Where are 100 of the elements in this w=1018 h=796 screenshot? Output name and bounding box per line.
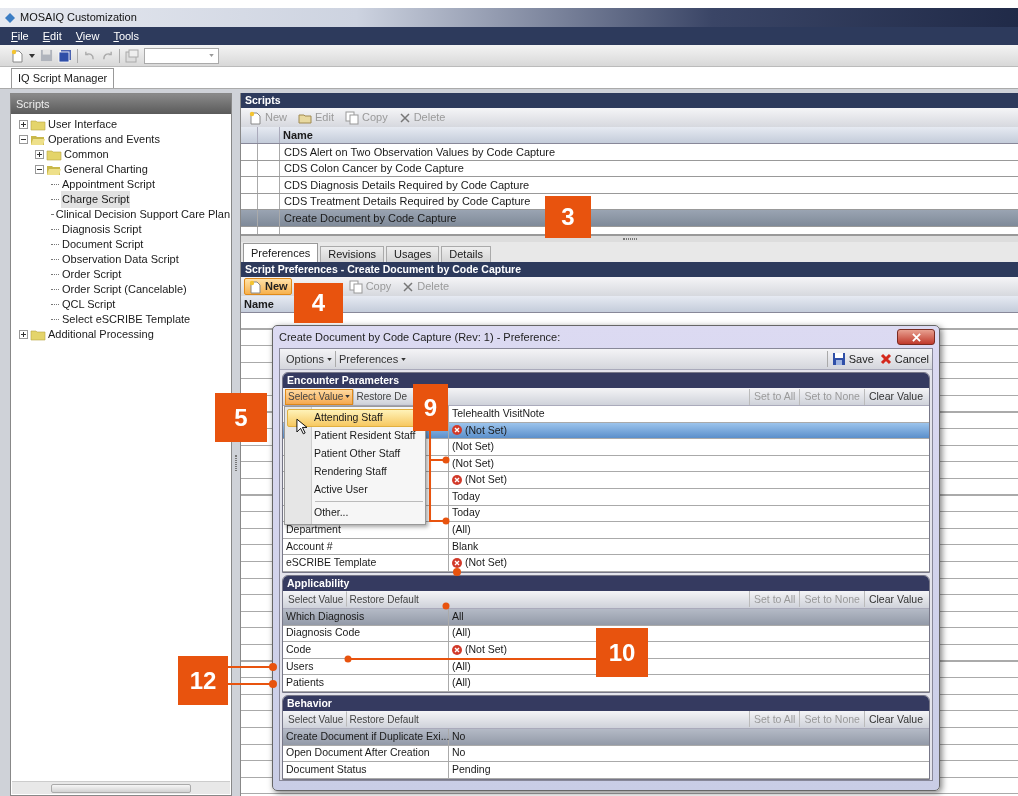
- tab[interactable]: Details: [441, 246, 491, 262]
- toolbar-button[interactable]: Select Value: [285, 711, 347, 728]
- tree-item[interactable]: Appointment Script: [61, 176, 156, 193]
- property-row[interactable]: eSCRIBE Template (Not Set): [283, 555, 929, 572]
- toolbar-button[interactable]: Restore De: [353, 388, 410, 405]
- leader-line: [227, 663, 277, 688]
- caret-icon[interactable]: [29, 53, 35, 58]
- save-icon: [831, 352, 846, 366]
- table-row[interactable]: CDS Alert on Two Observation Values by Code Capture: [241, 144, 1018, 161]
- expand-icon[interactable]: [19, 120, 28, 129]
- toolbar-button[interactable]: New: [244, 278, 292, 295]
- folder-icon: [30, 133, 46, 146]
- save-icon[interactable]: [40, 49, 53, 62]
- tree-item[interactable]: Order Script: [61, 266, 123, 283]
- callout-number: 9: [413, 384, 448, 431]
- column-header[interactable]: Name: [241, 296, 277, 312]
- property-value: Pending: [452, 762, 491, 777]
- table-row[interactable]: CDS Diagnosis Details Required by Code Capture: [241, 177, 1018, 194]
- splitter-handle[interactable]: [235, 455, 237, 471]
- tree-item[interactable]: General Charting: [63, 161, 149, 178]
- folder-icon: [46, 163, 62, 176]
- caret-icon: [326, 357, 332, 361]
- caret-icon: [401, 357, 407, 361]
- toolbar-button[interactable]: Restore Default: [346, 591, 422, 608]
- collapse-icon[interactable]: [35, 165, 44, 174]
- tree-item[interactable]: Additional Processing: [47, 326, 155, 343]
- toolbar-button[interactable]: Clear Value: [863, 711, 927, 728]
- tab[interactable]: Preferences: [243, 243, 319, 262]
- tab[interactable]: IQ Script Manager: [11, 68, 115, 88]
- splitter-handle[interactable]: [622, 238, 637, 240]
- properties-icon[interactable]: [125, 48, 139, 63]
- property-value: Today: [452, 488, 481, 504]
- panel-header: Scripts: [11, 94, 231, 114]
- tree-item[interactable]: Operations and Events: [47, 131, 161, 148]
- tree-item[interactable]: Order Script (Cancelable): [61, 281, 188, 298]
- cancel-button[interactable]: Cancel: [879, 350, 929, 368]
- column-header[interactable]: Name: [280, 127, 316, 143]
- tree-item[interactable]: Clinical Decision Support Care Plan: [54, 206, 231, 223]
- save-button[interactable]: Save: [831, 350, 874, 368]
- toolbar-button[interactable]: Select Value: [285, 388, 354, 405]
- property-value: No: [452, 745, 466, 761]
- save-all-icon[interactable]: [58, 48, 72, 63]
- tab[interactable]: Revisions: [320, 246, 384, 262]
- property-value: (All): [452, 675, 471, 691]
- menu-item[interactable]: Tools: [106, 27, 147, 45]
- close-icon: [911, 332, 921, 342]
- toolbar-button[interactable]: Clear Value: [863, 591, 927, 608]
- property-value: All: [452, 608, 464, 624]
- toolbar-button[interactable]: Clear Value: [863, 388, 927, 405]
- delete-icon: [402, 280, 415, 293]
- property-row[interactable]: Document Status Pending: [283, 762, 929, 779]
- new-document-icon[interactable]: [10, 48, 24, 63]
- scrollbar[interactable]: [12, 781, 230, 794]
- tree-item[interactable]: QCL Script: [61, 296, 117, 313]
- toolbar-button[interactable]: Select Value: [285, 591, 347, 608]
- property-row[interactable]: Patients (All): [283, 675, 929, 692]
- tab[interactable]: Usages: [386, 246, 440, 262]
- property-value: (Not Set): [465, 555, 507, 571]
- property-label: Patients: [286, 675, 324, 691]
- menu-item[interactable]: Other...: [287, 504, 423, 522]
- tree-item[interactable]: Diagnosis Script: [61, 221, 143, 238]
- tree-item[interactable]: Document Script: [61, 236, 145, 253]
- pointer-dot: [453, 568, 461, 576]
- menu-item[interactable]: File: [4, 27, 36, 45]
- pointer-dot: [442, 602, 450, 610]
- property-row[interactable]: Department (All): [283, 522, 929, 539]
- undo-icon[interactable]: [83, 50, 96, 61]
- tree-item[interactable]: User Interface: [47, 116, 119, 133]
- property-value: (All): [452, 522, 471, 538]
- caret-icon: [209, 54, 214, 57]
- property-value: (Not Set): [465, 472, 507, 488]
- callout-number: 3: [545, 196, 591, 238]
- redo-icon[interactable]: [101, 50, 114, 61]
- collapse-icon[interactable]: [19, 135, 28, 144]
- expand-icon[interactable]: [19, 330, 28, 339]
- property-label: Department: [286, 522, 341, 538]
- property-value: Blank: [452, 538, 479, 554]
- menu-button[interactable]: Options: [283, 350, 335, 368]
- menu-button[interactable]: Preferences: [334, 350, 410, 368]
- expand-icon[interactable]: [35, 150, 44, 159]
- property-label: Which Diagnosis: [286, 608, 365, 624]
- property-value: (Not Set): [452, 439, 494, 455]
- callout-number: 12: [178, 656, 228, 705]
- property-label: eSCRIBE Template: [286, 555, 377, 571]
- menu-item[interactable]: Edit: [35, 27, 69, 45]
- dialog-title: Create Document by Code Capture (Rev: 1) - Preference:: [279, 329, 561, 345]
- tree-item[interactable]: Common: [63, 146, 110, 163]
- combo-box[interactable]: [144, 47, 219, 64]
- toolbar-button[interactable]: Restore Default: [346, 711, 422, 728]
- menu-item[interactable]: View: [68, 27, 107, 45]
- table-cell-text: CDS Colon Cancer by Code Capture: [283, 161, 465, 177]
- tree-item[interactable]: Observation Data Script: [61, 251, 180, 268]
- tree-item[interactable]: Charge Script: [61, 191, 131, 208]
- tree-item[interactable]: Select eSCRIBE Template: [61, 311, 192, 328]
- copy-icon: [348, 279, 363, 294]
- property-label: Code: [286, 642, 312, 658]
- close-button[interactable]: [897, 329, 935, 345]
- property-value: Telehealth VisitNote: [452, 405, 545, 421]
- window-title: MOSAIQ Customization: [20, 10, 137, 26]
- callout-number: 10: [596, 628, 648, 677]
